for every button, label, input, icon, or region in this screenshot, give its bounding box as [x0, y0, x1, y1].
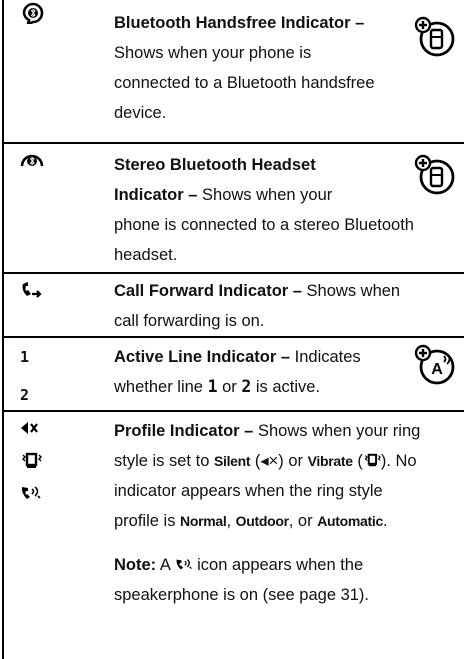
indicator-title: Indicator – — [114, 186, 198, 204]
outdoor-label: Outdoor — [235, 513, 289, 529]
note-label: Note: — [114, 556, 157, 574]
indicator-title: Stereo Bluetooth Headset — [114, 156, 316, 174]
row-text: Bluetooth Handsfree Indicator – Shows wh… — [114, 8, 375, 128]
line-number: 2 — [241, 377, 252, 396]
description-text: (◂×) or — [250, 452, 308, 470]
row-active-line: 1 2 Active Line Indicator – Indicates wh… — [2, 338, 464, 410]
bluetooth-handsfree-icon — [20, 2, 46, 24]
description-text: ). No — [380, 452, 417, 470]
speakerphone-icon — [20, 484, 42, 502]
feature-badge-icon — [414, 16, 456, 58]
description-line: phone is connected to a stereo Bluetooth — [114, 216, 414, 234]
normal-label: Normal — [180, 513, 227, 529]
row-text: Active Line Indicator – Indicates whethe… — [114, 342, 361, 402]
note-text: icon appears when the — [192, 556, 364, 574]
stereo-bluetooth-icon — [20, 150, 44, 170]
silent-label: Silent — [213, 453, 251, 469]
description-text: Indicates — [290, 348, 361, 366]
description-line: Shows when your phone is — [114, 44, 312, 62]
vibrate-icon — [20, 452, 42, 470]
description-line: headset. — [114, 246, 178, 264]
description-text: is active. — [251, 378, 321, 396]
network-feature-badge-icon: A — [414, 344, 456, 386]
description-text: Shows when your ring — [253, 422, 421, 440]
line-2-icon: 2 — [20, 386, 30, 404]
description-text: ( — [352, 452, 363, 470]
note-text: A — [156, 556, 175, 574]
description-text: , or — [288, 512, 318, 530]
indicator-title: Active Line Indicator – — [114, 348, 291, 366]
line-number: 1 — [207, 377, 218, 396]
description-text: Shows when your — [197, 186, 333, 204]
vibrate-label: Vibrate — [307, 453, 353, 469]
feature-badge-icon — [414, 154, 456, 196]
line-1-icon: 1 — [20, 348, 30, 366]
description-line: indicator appears when the ring style — [114, 482, 383, 500]
description-text: or — [217, 378, 242, 396]
indicator-title: Bluetooth Handsfree Indicator – — [114, 14, 365, 32]
automatic-label: Automatic — [317, 513, 383, 529]
row-bluetooth-handsfree: Bluetooth Handsfree Indicator – Shows wh… — [2, 0, 464, 142]
description-line: call forwarding is on. — [114, 312, 265, 330]
row-text: Stereo Bluetooth Headset Indicator – Sho… — [114, 150, 414, 270]
speakerphone-inline-icon — [175, 557, 193, 572]
description-line: connected to a Bluetooth handsfree — [114, 74, 375, 92]
row-stereo-bluetooth: Stereo Bluetooth Headset Indicator – Sho… — [2, 144, 464, 272]
description-text: style is set to — [114, 452, 214, 470]
svg-text:A: A — [431, 361, 443, 378]
row-text: Profile Indicator – Shows when your ring… — [114, 416, 420, 610]
note-text: speakerphone is on (see page 31). — [114, 586, 370, 604]
silent-icon — [20, 420, 40, 436]
description-text: . — [382, 512, 388, 530]
manual-page: Bluetooth Handsfree Indicator – Shows wh… — [0, 0, 464, 659]
call-forward-icon — [20, 280, 44, 300]
row-text: Call Forward Indicator – Shows when call… — [114, 276, 400, 336]
description-line: device. — [114, 104, 167, 122]
indicator-title: Profile Indicator – — [114, 422, 254, 440]
row-profile: Profile Indicator – Shows when your ring… — [2, 412, 464, 659]
description-text: profile is — [114, 512, 181, 530]
description-text: whether line — [114, 378, 208, 396]
vibrate-inline-icon — [363, 453, 381, 468]
description-text: Shows when — [301, 282, 401, 300]
indicator-title: Call Forward Indicator – — [114, 282, 302, 300]
row-call-forward: Call Forward Indicator – Shows when call… — [2, 274, 464, 336]
description-text: , — [226, 512, 236, 530]
